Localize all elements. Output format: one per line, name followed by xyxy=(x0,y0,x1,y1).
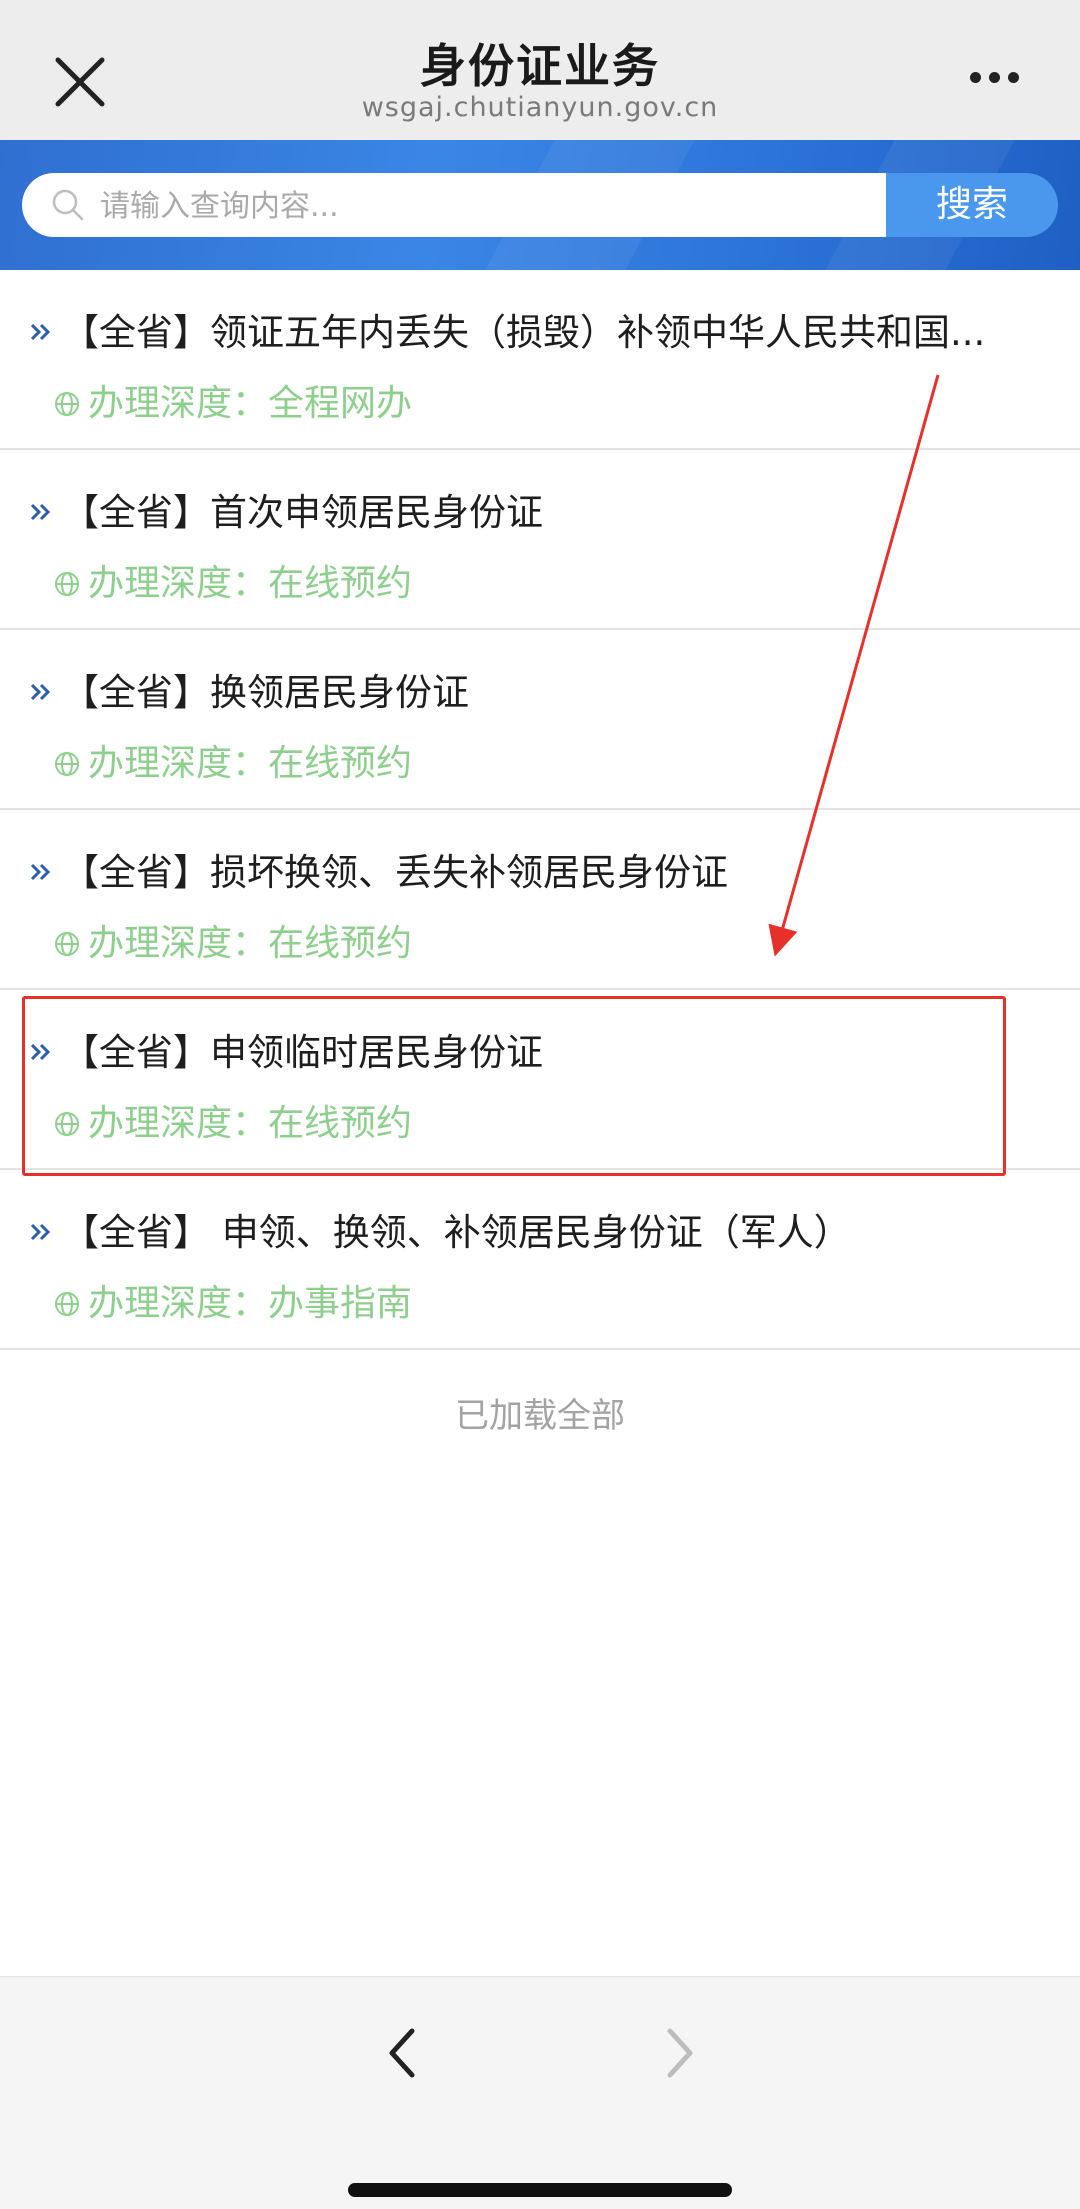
item-title: 【全省】首次申领居民身份证 xyxy=(62,491,543,534)
item-depth: 办理深度：在线预约 xyxy=(54,734,412,786)
chevron-right-icon xyxy=(667,2028,693,2078)
bottom-toolbar xyxy=(0,1976,1080,2209)
page-url: wsgaj.chutianyun.gov.cn xyxy=(361,92,719,123)
item-depth: 办理深度：在线预约 xyxy=(54,554,412,606)
globe-icon xyxy=(55,932,79,956)
more-dots-icon xyxy=(970,72,981,83)
item-depth-text: 办理深度：在线预约 xyxy=(88,563,413,604)
back-button[interactable] xyxy=(382,2023,422,2083)
chevron-left-icon xyxy=(389,2028,415,2078)
item-depth-text: 办理深度：全程网办 xyxy=(88,383,413,424)
item-title: 【全省】换领居民身份证 xyxy=(62,671,469,714)
item-depth: 办理深度：办事指南 xyxy=(54,1274,412,1326)
search-input[interactable] xyxy=(98,173,862,239)
item-title: 【全省】领证五年内丢失（损毁）补领中华人民共和国... xyxy=(62,311,986,354)
item-depth: 办理深度：在线预约 xyxy=(54,1094,412,1146)
globe-icon xyxy=(55,752,79,776)
list-item[interactable]: 【全省】损坏换领、丢失补领居民身份证 办理深度：在线预约 xyxy=(0,810,1080,990)
globe-icon xyxy=(55,572,79,596)
search-band: 搜索 xyxy=(0,140,1080,270)
double-chevron-icon xyxy=(30,323,51,341)
double-chevron-icon xyxy=(30,503,51,521)
globe-icon xyxy=(55,392,79,416)
list-item[interactable]: 【全省】 申领、换领、补领居民身份证（军人） 办理深度：办事指南 xyxy=(0,1170,1080,1350)
globe-icon xyxy=(55,1112,79,1136)
item-depth-text: 办理深度：在线预约 xyxy=(88,923,413,964)
search-icon xyxy=(52,189,84,221)
page-title: 身份证业务 xyxy=(420,39,660,93)
item-title: 【全省】损坏换领、丢失补领居民身份证 xyxy=(62,851,728,894)
item-depth: 办理深度：在线预约 xyxy=(54,914,412,966)
double-chevron-icon xyxy=(30,863,51,881)
list-item[interactable]: 【全省】换领居民身份证 办理深度：在线预约 xyxy=(0,630,1080,810)
more-dot xyxy=(989,72,1000,83)
search-box[interactable] xyxy=(22,173,886,239)
double-chevron-icon xyxy=(30,1223,51,1241)
list-item[interactable]: 【全省】首次申领居民身份证 办理深度：在线预约 xyxy=(0,450,1080,630)
top-nav-bar: 身份证业务 wsgaj.chutianyun.gov.cn xyxy=(0,0,1080,140)
list-item[interactable]: 【全省】领证五年内丢失（损毁）补领中华人民共和国... 办理深度：全程网办 xyxy=(0,270,1080,450)
more-dot xyxy=(1008,72,1019,83)
item-depth: 办理深度：全程网办 xyxy=(54,374,412,426)
item-title: 【全省】 申领、换领、补领居民身份证（军人） xyxy=(62,1211,851,1254)
loaded-all-text: 已加载全部 xyxy=(455,1396,625,1436)
list-item[interactable]: 【全省】申领临时居民身份证 办理深度：在线预约 xyxy=(0,990,1080,1170)
service-list: 【全省】领证五年内丢失（损毁）补领中华人民共和国... 办理深度：全程网办 【全… xyxy=(0,270,1080,1350)
forward-button[interactable] xyxy=(660,2023,700,2083)
home-indicator[interactable] xyxy=(348,2183,732,2197)
globe-icon xyxy=(55,1292,79,1316)
double-chevron-icon xyxy=(30,683,51,701)
item-title: 【全省】申领临时居民身份证 xyxy=(62,1031,543,1074)
item-depth-text: 办理深度：办事指南 xyxy=(88,1283,413,1324)
item-depth-text: 办理深度：在线预约 xyxy=(88,743,413,784)
search-button[interactable]: 搜索 xyxy=(886,173,1058,237)
more-button[interactable] xyxy=(970,68,1030,88)
item-depth-text: 办理深度：在线预约 xyxy=(88,1103,413,1144)
double-chevron-icon xyxy=(30,1043,51,1061)
